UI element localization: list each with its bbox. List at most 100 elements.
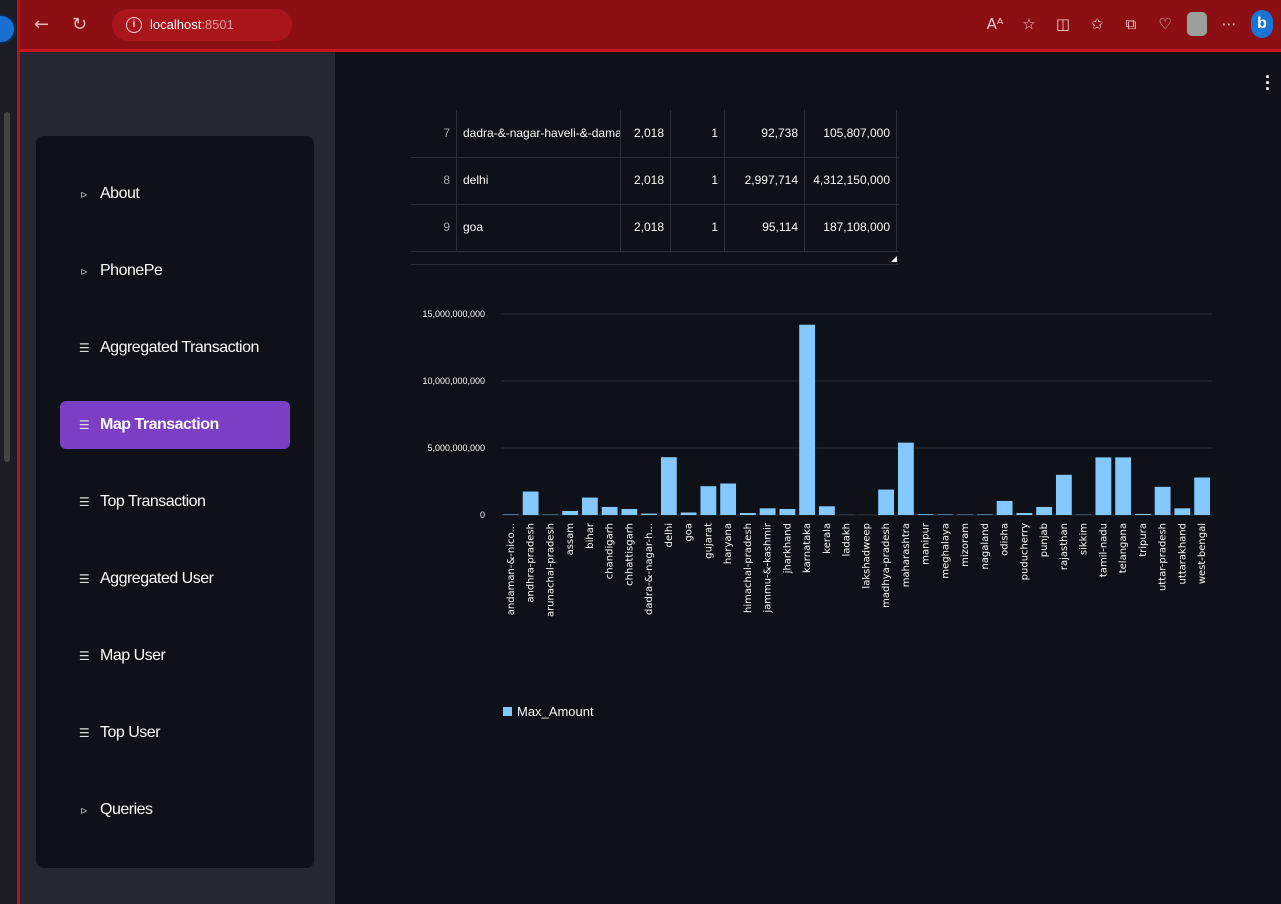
x-tick-label: haryana — [723, 523, 734, 564]
row-index: 7 — [411, 110, 457, 157]
x-tick-label: sikkim — [1079, 523, 1090, 555]
caret-right-icon: ▹ — [81, 264, 87, 278]
sidebar-item-map-transaction[interactable]: ☰ Map Transaction — [60, 401, 290, 449]
sidebar-item-phonepe[interactable]: ▹ PhonePe — [60, 247, 290, 295]
bar — [1016, 512, 1033, 515]
bar — [1095, 457, 1112, 515]
x-tick-label: bihar — [585, 522, 596, 549]
collections-icon[interactable]: ⧉ — [1119, 12, 1143, 36]
cell-year[interactable]: 2,018 — [621, 110, 671, 157]
toolbar-icons: Aᴬ ☆ ◫ ✩ ⧉ ♡ ⋯ b — [983, 10, 1273, 38]
x-tick-label: uttar-pradesh — [1158, 523, 1169, 591]
table-row[interactable]: 8 delhi 2,018 1 2,997,714 4,312,150,000 — [411, 157, 899, 205]
sidebar-item-top-transaction[interactable]: ☰ Top Transaction — [60, 478, 290, 526]
bar — [1036, 506, 1053, 515]
cell-amount[interactable]: 4,312,150,000 — [805, 157, 897, 204]
table-resize-handle[interactable] — [891, 256, 897, 262]
bing-icon[interactable]: b — [1251, 10, 1273, 38]
bar — [878, 489, 895, 515]
x-tick-label: tripura — [1138, 523, 1149, 557]
x-tick-label: goa — [684, 523, 695, 542]
bar — [917, 514, 934, 515]
back-arrow-icon[interactable]: ← — [34, 14, 49, 35]
bar — [1194, 477, 1211, 515]
cell-state[interactable]: dadra-&-nagar-haveli-&-daman-&-diu — [457, 110, 621, 157]
url-text: localhost:8501 — [150, 17, 234, 32]
caret-right-icon: ▹ — [81, 187, 87, 201]
table-row[interactable]: 7 dadra-&-nagar-haveli-&-daman-&-diu 2,0… — [411, 110, 899, 158]
extensions-icon[interactable]: ♡ — [1153, 12, 1177, 36]
cell-count[interactable]: 95,114 — [725, 204, 805, 251]
dataframe-table[interactable]: 7 dadra-&-nagar-haveli-&-daman-&-diu 2,0… — [411, 110, 899, 265]
x-tick-label: punjab — [1039, 523, 1050, 557]
row-index: 9 — [411, 204, 457, 251]
sidebar-item-about[interactable]: ▹ About — [60, 170, 290, 218]
x-tick-label: rajasthan — [1059, 523, 1070, 570]
refresh-icon[interactable]: ↻ — [72, 14, 87, 35]
bar — [937, 514, 954, 515]
bar — [1134, 513, 1151, 515]
sidebar-item-aggregated-user[interactable]: ☰ Aggregated User — [60, 555, 290, 603]
x-tick-label: nagaland — [980, 523, 991, 570]
favorite-star-icon[interactable]: ☆ — [1017, 12, 1041, 36]
cell-year[interactable]: 2,018 — [621, 204, 671, 251]
list-icon: ☰ — [78, 341, 90, 355]
cell-amount[interactable]: 187,108,000 — [805, 204, 897, 251]
cell-state[interactable]: goa — [457, 204, 621, 251]
cell-state[interactable]: delhi — [457, 157, 621, 204]
bar — [502, 514, 519, 515]
bar — [779, 508, 796, 515]
bar — [522, 491, 539, 515]
x-tick-label: puducherry — [1019, 523, 1030, 580]
x-tick-label: kerala — [822, 523, 833, 554]
bar — [799, 324, 816, 515]
main-menu-icon[interactable]: · · · — [1265, 68, 1271, 98]
y-tick-label: 15,000,000,000 — [422, 309, 485, 319]
profile-avatar[interactable] — [1187, 12, 1207, 36]
x-tick-label: chhattisgarh — [624, 523, 635, 586]
more-options-icon[interactable]: ⋯ — [1217, 12, 1241, 36]
favorites-icon[interactable]: ✩ — [1085, 12, 1109, 36]
y-tick-label: 5,000,000,000 — [427, 443, 485, 453]
sidebar-item-queries[interactable]: ▹ Queries — [60, 786, 290, 834]
x-tick-label: meghalaya — [940, 523, 951, 579]
list-icon: ☰ — [78, 572, 90, 586]
bar — [680, 512, 697, 515]
address-bar[interactable]: i localhost:8501 — [112, 9, 292, 41]
x-tick-label: maharashtra — [901, 523, 912, 587]
cell-amount[interactable]: 105,807,000 — [805, 110, 897, 157]
x-tick-label: uttarakhand — [1177, 523, 1188, 585]
chart-legend: Max_Amount — [503, 704, 594, 719]
list-icon: ☰ — [78, 726, 90, 740]
split-screen-icon[interactable]: ◫ — [1051, 12, 1075, 36]
cell-quarter[interactable]: 1 — [671, 110, 725, 157]
cell-quarter[interactable]: 1 — [671, 157, 725, 204]
table-row[interactable]: 9 goa 2,018 1 95,114 187,108,000 — [411, 204, 899, 252]
x-tick-label: himachal-pradesh — [743, 523, 754, 613]
bar-chart: 0 5,000,000,000 10,000,000,000 15,000,000,0… — [422, 309, 1212, 617]
cell-count[interactable]: 92,738 — [725, 110, 805, 157]
cell-year[interactable]: 2,018 — [621, 157, 671, 204]
scrollbar[interactable] — [4, 112, 10, 462]
sidebar: ▹ About ▹ PhonePe ☰ Aggregated Transaction … — [20, 52, 335, 904]
x-tick-label: arunachal-pradesh — [545, 523, 556, 617]
sidebar-item-map-user[interactable]: ☰ Map User — [60, 632, 290, 680]
cell-count[interactable]: 2,997,714 — [725, 157, 805, 204]
x-tick-label: chandigarh — [605, 523, 616, 579]
bar — [1174, 508, 1191, 515]
sidebar-item-top-user[interactable]: ☰ Top User — [60, 709, 290, 757]
row-index: 8 — [411, 157, 457, 204]
browser-toolbar: ← ↻ i localhost:8501 Aᴬ ☆ ◫ ✩ ⧉ ♡ ⋯ b — [20, 0, 1281, 52]
info-icon[interactable]: i — [126, 17, 142, 33]
bar — [1115, 457, 1132, 515]
x-tick-label: andaman-&-nico... — [506, 523, 517, 615]
sidebar-menu: ▹ About ▹ PhonePe ☰ Aggregated Transaction … — [36, 136, 314, 868]
bar — [700, 486, 717, 515]
sidebar-item-aggregated-transaction[interactable]: ☰ Aggregated Transaction — [60, 324, 290, 372]
cell-quarter[interactable]: 1 — [671, 204, 725, 251]
read-aloud-icon[interactable]: Aᴬ — [983, 12, 1007, 36]
x-tick-label: lakshadweep — [861, 523, 872, 589]
bar — [581, 497, 598, 515]
list-icon: ☰ — [78, 649, 90, 663]
x-tick-label: karnataka — [802, 523, 813, 573]
